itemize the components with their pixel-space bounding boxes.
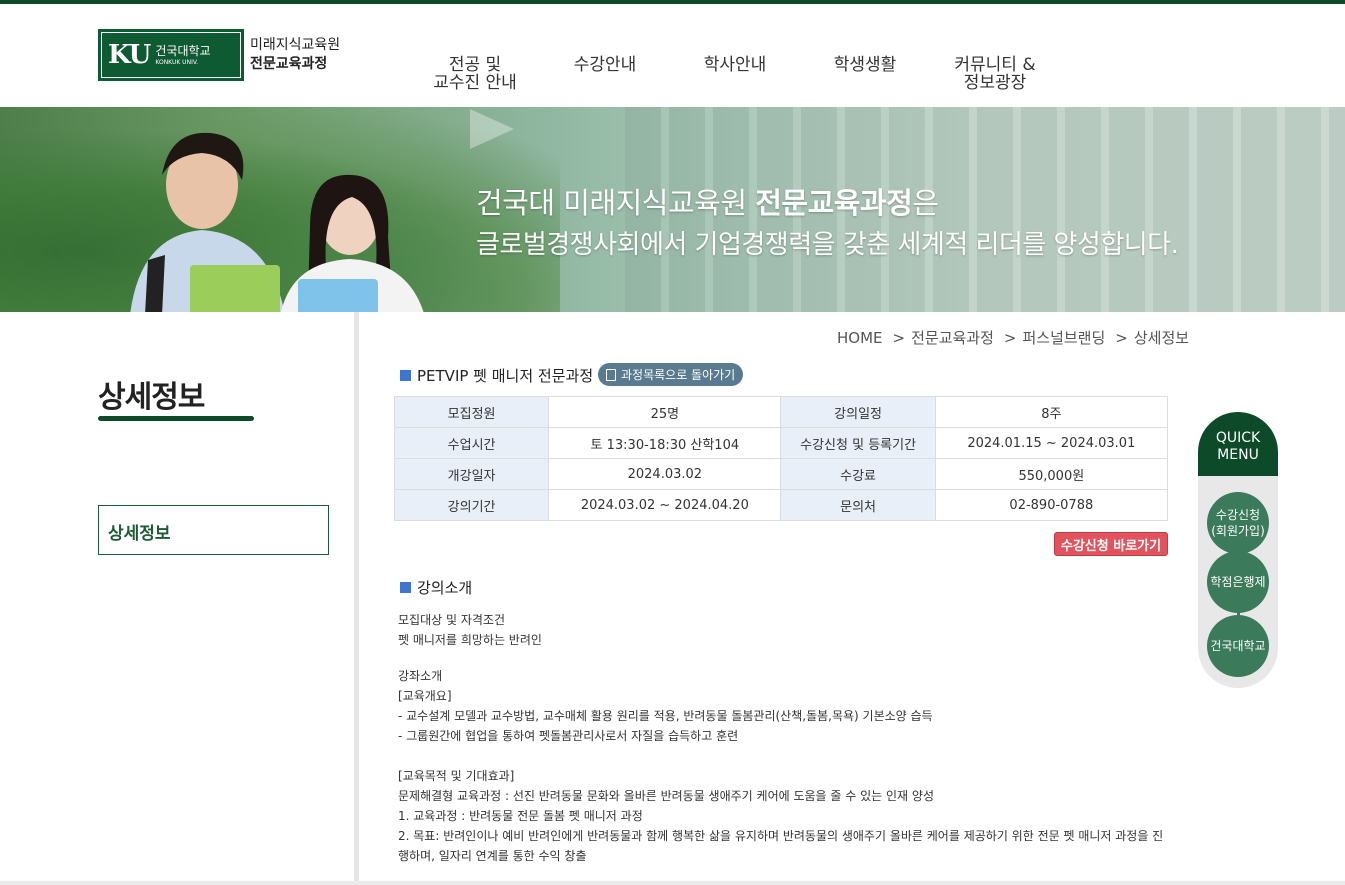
breadcrumb-home[interactable]: HOME (837, 329, 883, 347)
hero-banner: 건국대 미래지식교육원 전문교육과정은 글로벌경쟁사회에서 기업경쟁력을 갖춘 … (0, 107, 1345, 312)
table-row: 수업시간 토 13:30-18:30 산학104 수강신청 및 등록기간 202… (393, 427, 1169, 459)
left-sidebar: 상세정보 상세정보 (0, 312, 354, 882)
table-header-cell: 수강신청 및 등록기간 (780, 427, 936, 459)
table-value-cell: 토 13:30-18:30 산학104 (548, 427, 782, 459)
square-bullet-icon (400, 370, 411, 381)
logo-ku-text: KU (108, 40, 151, 70)
back-to-list-button[interactable]: 과정목록으로 돌아가기 (598, 363, 744, 386)
table-header-cell: 수업시간 (393, 427, 550, 459)
table-row: 개강일자 2024.03.02 수강료 550,000원 (393, 458, 1169, 490)
nav-item-student-life[interactable]: 학생생활 (834, 56, 897, 74)
quick-menu-header: QUICK MENU (1198, 412, 1278, 476)
table-value-cell: 8주 (934, 396, 1169, 428)
intro-line: - 그룹원간에 협업을 통하여 펫돌봄관리사로서 자질을 습득하고 훈련 (398, 729, 739, 743)
breadcrumb-item-current: 상세정보 (1133, 329, 1190, 347)
sidebar-title: 상세정보 (98, 380, 205, 415)
banner-slogan-line2: 글로벌경쟁사회에서 기업경쟁력을 갖춘 세계적 리더를 양성합니다. (476, 230, 1179, 260)
intro-target-block: 모집대상 및 자격조건 펫 매니저를 희망하는 반려인 (398, 610, 542, 650)
intro-line: 강좌소개 (398, 669, 443, 683)
quick-item-credit-bank[interactable]: 학점은행제 (1207, 551, 1269, 613)
intro-line: [교육개요] (398, 689, 452, 703)
ku-logo[interactable]: KU 건국대학교 KONKUK UNIV. (98, 29, 244, 81)
course-info-table: 모집정원 25명 강의일정 8주 수업시간 토 13:30-18:30 산학10… (393, 396, 1169, 521)
intro-line: - 교수설계 모델과 교수방법, 교수매체 활용 원리를 적용, 반려동물 돌봄… (398, 709, 933, 723)
breadcrumb: HOME > 전문교육과정 > 퍼스널브랜딩 > 상세정보 (837, 327, 1189, 348)
apply-course-button[interactable]: 수강신청 바로가기 (1054, 532, 1168, 556)
intro-line: 문제해결형 교육과정 : 선진 반려동물 문화와 올바른 반려동물 생애주기 케… (398, 789, 934, 803)
intro-line: 2. 목표: 반려인이나 예비 반려인에게 반려동물과 함께 행복한 삶을 유지… (398, 829, 1164, 843)
quick-item-apply[interactable]: 수강신청 (회원가입) (1207, 492, 1269, 554)
site-header: KU 건국대학교 KONKUK UNIV. 미래지식교육원 전문교육과정 전공 … (0, 4, 1345, 107)
table-value-cell: 02-890-0788 (934, 489, 1169, 521)
intro-line: 펫 매니저를 희망하는 반려인 (398, 633, 542, 647)
slogan1-pre: 건국대 미래지식교육원 (476, 186, 756, 220)
table-row: 모집정원 25명 강의일정 8주 (393, 396, 1169, 428)
intro-purpose-block: [교육목적 및 기대효과] 문제해결형 교육과정 : 선진 반려동물 문화와 올… (398, 766, 1163, 866)
logo-english: KONKUK UNIV. (155, 58, 199, 66)
sidebar-title-underline (98, 416, 254, 421)
table-value-cell: 2024.01.15 ~ 2024.03.01 (934, 427, 1169, 459)
clipboard-icon (606, 368, 616, 381)
table-value-cell: 2024.03.02 (548, 458, 782, 490)
quick-item-konkuk[interactable]: 건국대학교 (1207, 615, 1269, 677)
chevron-right-icon: > (892, 329, 906, 347)
org-name-line2: 전문교육과정 (250, 56, 328, 72)
intro-overview-block: 강좌소개 [교육개요] - 교수설계 모델과 교수방법, 교수매체 활용 원리를… (398, 666, 933, 746)
org-name[interactable]: 미래지식교육원 전문교육과정 (250, 36, 340, 74)
student-male-image (130, 132, 285, 312)
chevron-right-icon: > (1003, 329, 1017, 347)
slogan1-bold: 전문교육과정 (755, 186, 913, 220)
bottom-divider (0, 881, 1345, 885)
intro-line: 1. 교육과정 : 반려동물 전문 돌봄 펫 매니저 과정 (398, 809, 643, 823)
intro-line: 모집대상 및 자격조건 (398, 613, 505, 627)
nav-item-major[interactable]: 전공 및 교수진 안내 (433, 56, 517, 92)
table-value-cell: 550,000원 (934, 458, 1169, 490)
nav-item-course-guide[interactable]: 수강안내 (574, 56, 637, 74)
student-female-image (281, 174, 424, 312)
intro-title-text: 강의소개 (417, 579, 473, 597)
banner-triangle-decor (470, 109, 514, 149)
back-to-list-label: 과정목록으로 돌아가기 (621, 368, 736, 382)
org-name-line1: 미래지식교육원 (250, 37, 341, 53)
banner-slogan-line1: 건국대 미래지식교육원 전문교육과정은 (476, 180, 939, 222)
table-row: 강의기간 2024.03.02 ~ 2024.04.20 문의처 02-890-… (393, 489, 1169, 521)
logo-korean: 건국대학교 (155, 43, 211, 58)
intro-title: 강의소개 (400, 577, 472, 598)
sidebar-divider (354, 312, 359, 882)
quick-menu: QUICK MENU 수강신청 (회원가입) 학점은행제 건국대학교 (1198, 412, 1278, 688)
table-header-cell: 강의기간 (393, 489, 550, 521)
chevron-right-icon: > (1115, 329, 1128, 347)
sidebar-item-detail[interactable]: 상세정보 (98, 505, 329, 555)
square-bullet-icon (400, 582, 411, 593)
course-title-text: PETVIP 펫 매니저 전문과정 (417, 367, 594, 385)
table-header-cell: 수강료 (780, 458, 936, 490)
table-header-cell: 강의일정 (780, 396, 936, 428)
course-title: PETVIP 펫 매니저 전문과정 (400, 365, 593, 386)
nav-item-academic[interactable]: 학사안내 (704, 56, 767, 74)
breadcrumb-item-program[interactable]: 전문교육과정 (911, 329, 994, 347)
slogan1-post: 은 (912, 186, 939, 220)
breadcrumb-item-category[interactable]: 퍼스널브랜딩 (1022, 329, 1105, 347)
nav-item-community[interactable]: 커뮤니티 & 정보광장 (954, 56, 1035, 92)
intro-line: [교육목적 및 기대효과] (398, 769, 515, 783)
table-value-cell: 25명 (548, 396, 782, 428)
table-header-cell: 모집정원 (393, 396, 550, 428)
logo-text: 건국대학교 KONKUK UNIV. (155, 44, 210, 67)
table-header-cell: 개강일자 (393, 458, 550, 490)
table-value-cell: 2024.03.02 ~ 2024.04.20 (548, 489, 782, 521)
intro-line: 행하며, 일자리 연계를 통한 수익 창출 (398, 849, 587, 863)
table-header-cell: 문의처 (780, 489, 936, 521)
